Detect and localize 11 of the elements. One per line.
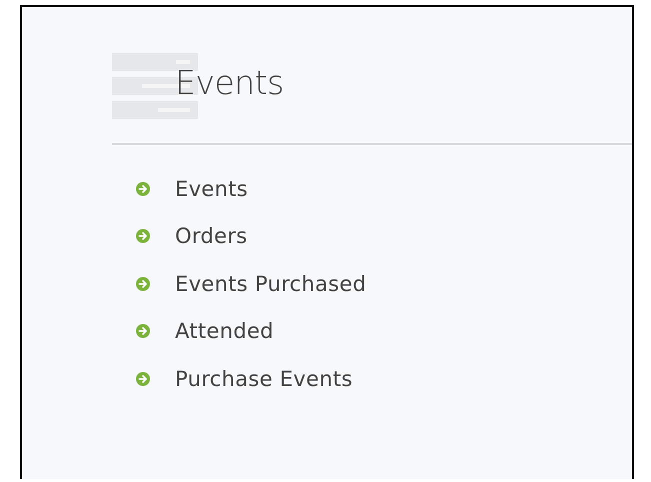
menu-link[interactable]: Events xyxy=(175,176,248,201)
arrow-circle-icon xyxy=(136,182,150,196)
menu-link[interactable]: Events Purchased xyxy=(175,272,366,296)
menu-link[interactable]: Orders xyxy=(175,224,248,248)
arrow-circle-icon xyxy=(136,324,150,338)
arrow-circle-icon xyxy=(136,229,150,244)
menu-link[interactable]: Attended xyxy=(175,319,274,344)
arrow-circle-icon xyxy=(136,372,150,386)
page-title: Events xyxy=(175,66,284,100)
arrow-circle-icon xyxy=(136,276,150,291)
menu-link[interactable]: Purchase Events xyxy=(175,366,353,391)
